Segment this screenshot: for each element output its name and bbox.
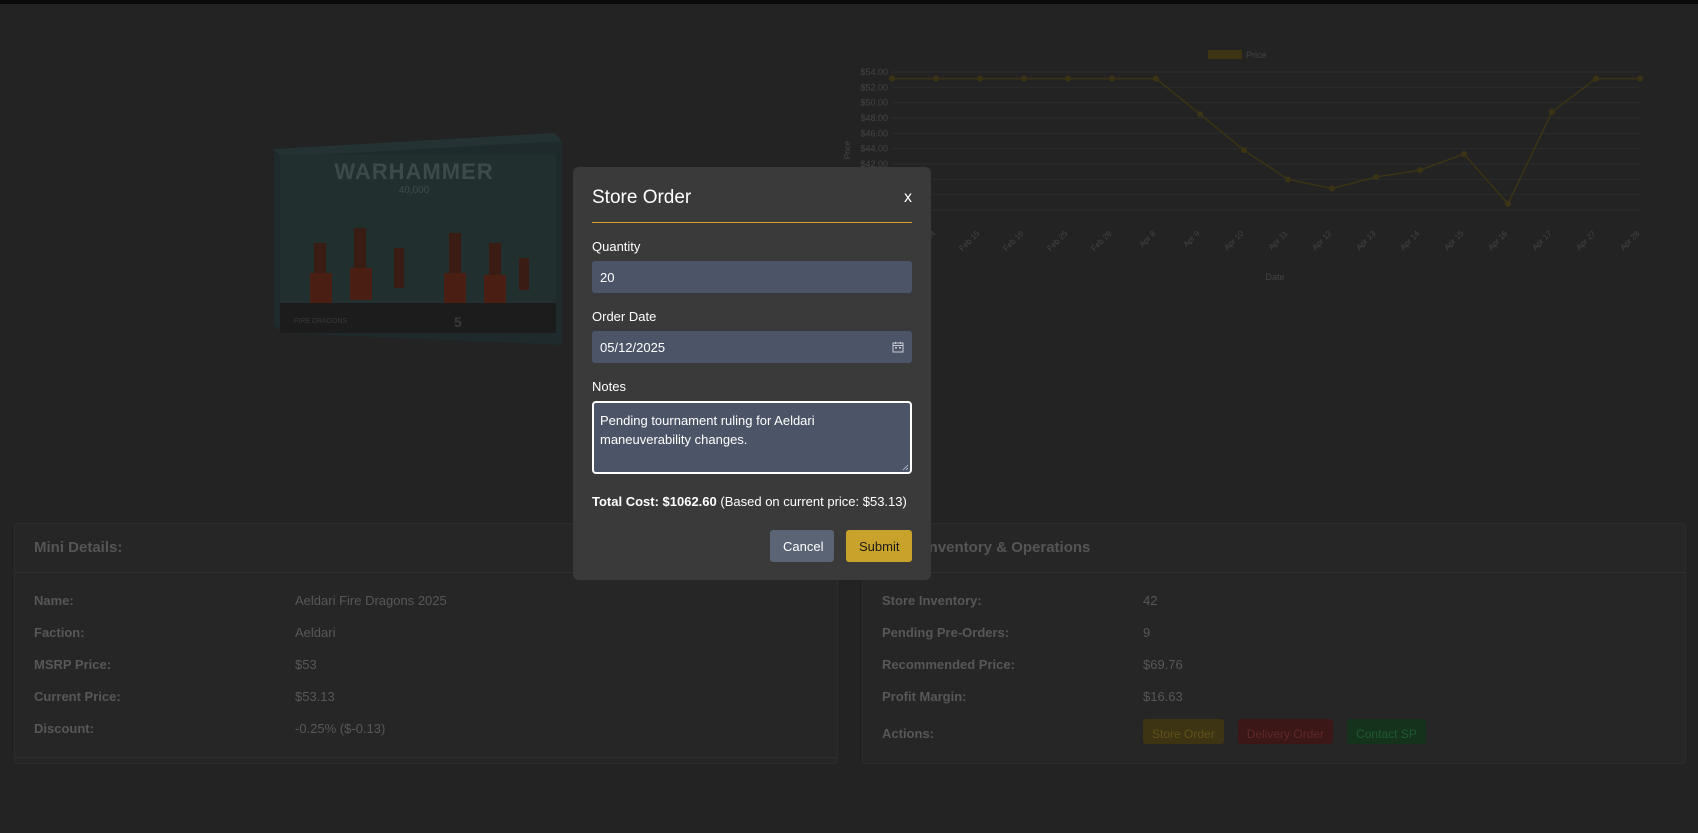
modal-footer: Cancel Submit [770, 530, 912, 562]
modal-title: Store Order [592, 187, 692, 208]
total-cost: Total Cost: $1062.60 (Based on current p… [592, 494, 912, 509]
quantity-label: Quantity [592, 239, 641, 254]
order-date-input[interactable]: 05/12/2025 [592, 331, 912, 363]
quantity-value: 20 [600, 269, 615, 285]
total-cost-value: Total Cost: $1062.60 [592, 494, 717, 509]
cancel-button[interactable]: Cancel [770, 530, 834, 562]
order-date-value: 05/12/2025 [600, 339, 666, 355]
quantity-input[interactable]: 20 [592, 261, 912, 293]
close-button[interactable]: x [904, 189, 912, 222]
modal-header: Store Order x [592, 167, 912, 223]
notes-textarea[interactable]: Pending tournament ruling for Aeldari ma… [592, 401, 912, 474]
order-date-label: Order Date [592, 309, 657, 324]
total-cost-note: (Based on current price: $53.13) [720, 494, 907, 509]
submit-button[interactable]: Submit [846, 530, 912, 562]
calendar-icon[interactable] [892, 341, 904, 353]
store-order-modal: Store Order x Quantity 20 Order Date 05/… [573, 167, 931, 580]
resize-handle-icon[interactable] [902, 464, 909, 471]
notes-value: Pending tournament ruling for Aeldari ma… [600, 413, 815, 447]
notes-label: Notes [592, 379, 626, 394]
